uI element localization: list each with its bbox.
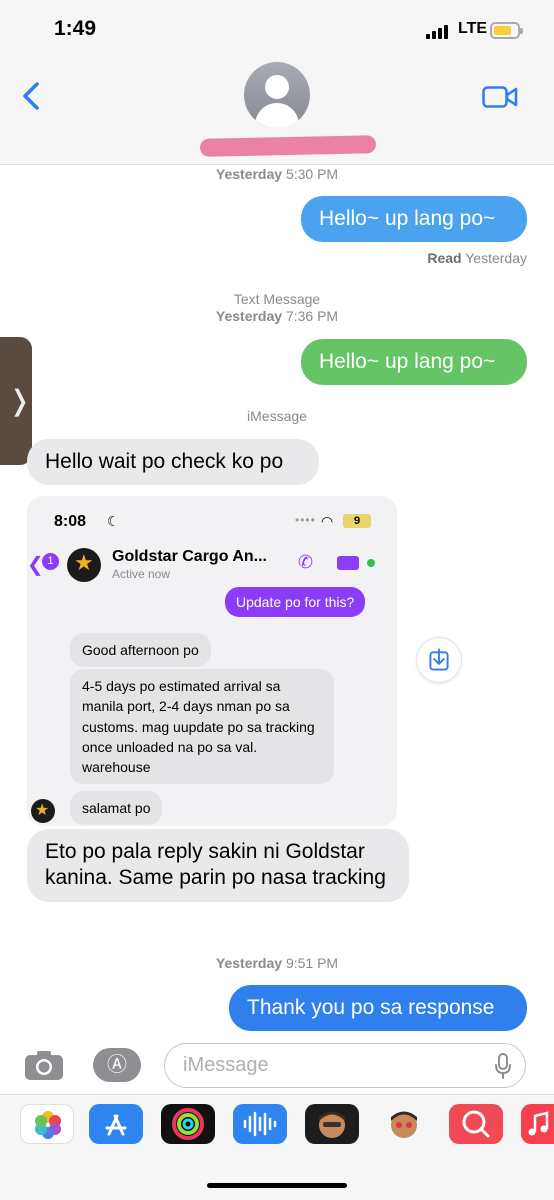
moon-icon: ☾ — [107, 513, 120, 529]
back-chevron-icon[interactable] — [20, 82, 42, 110]
sent-message[interactable]: Hello~ up lang po~ — [301, 196, 527, 243]
download-icon[interactable] — [416, 637, 462, 683]
messenger-back-icon: ❮ — [27, 554, 44, 576]
audio-message-icon[interactable] — [233, 1104, 287, 1144]
memoji-stickers-icon[interactable] — [377, 1104, 431, 1144]
sent-message[interactable]: Thank you po sa response — [229, 985, 527, 1032]
service-label: iMessage — [247, 408, 307, 424]
battery-icon — [490, 22, 523, 39]
wifi-icon: ◠ — [321, 513, 334, 529]
memoji-icon[interactable] — [305, 1104, 359, 1144]
signal-dots-icon: •••• — [295, 513, 316, 527]
messenger-incoming-message: salamat po — [70, 791, 163, 826]
service-label: Text Message — [233, 291, 321, 307]
unread-badge: 1 — [42, 553, 59, 570]
contact-name-redaction[interactable] — [199, 135, 377, 157]
camera-icon[interactable] — [24, 1049, 64, 1081]
phone-icon: ✆ — [298, 552, 314, 572]
goldstar-small-logo — [31, 799, 55, 823]
sent-sms-message[interactable]: Hello~ up lang po~ — [301, 339, 527, 386]
received-message[interactable]: Eto po pala reply sakin ni Goldstar kani… — [27, 829, 409, 902]
messenger-status: Active now — [112, 567, 171, 581]
messenger-incoming-message: Good afternoon po — [70, 633, 211, 668]
app-store-icon: Ⓐ — [107, 1054, 127, 1076]
messenger-contact-name: Goldstar Cargo An... — [112, 548, 267, 565]
timestamp: Yesterday 9:51 PM — [215, 955, 339, 971]
timestamp: Yesterday 7:36 PM — [215, 308, 339, 324]
side-drawer-tab[interactable]: ❭ — [0, 337, 32, 465]
app-store-icon[interactable] — [89, 1104, 143, 1144]
fitness-icon[interactable] — [161, 1104, 215, 1144]
microphone-icon[interactable] — [494, 1053, 512, 1079]
online-dot — [367, 559, 375, 567]
photos-app-icon[interactable] — [20, 1104, 74, 1144]
status-time: 1:49 — [54, 17, 97, 40]
app-store-button[interactable]: Ⓐ — [93, 1048, 141, 1082]
home-indicator[interactable] — [207, 1183, 347, 1188]
messenger-incoming-message: 4-5 days po estimated arrival sa manila … — [70, 669, 334, 785]
received-message[interactable]: Hello wait po check ko po — [27, 439, 319, 486]
screenshot-battery: 9 — [343, 514, 371, 528]
timestamp: Yesterday 5:30 PM — [215, 166, 339, 182]
goldstar-logo — [67, 548, 101, 582]
music-icon[interactable] — [521, 1104, 554, 1144]
contact-avatar[interactable] — [244, 62, 310, 128]
messenger-outgoing-message: Update po for this? — [225, 587, 366, 617]
network-label: LTE — [458, 20, 488, 37]
message-input[interactable]: iMessage — [164, 1043, 526, 1088]
signal-icon — [426, 25, 452, 39]
video-call-icon — [337, 556, 359, 570]
read-receipt: Read Yesterday — [427, 250, 527, 266]
screenshot-time: 8:08 — [54, 513, 87, 530]
facetime-video-icon[interactable] — [482, 86, 518, 108]
web-search-icon[interactable] — [449, 1104, 503, 1144]
attached-screenshot[interactable]: 8:08 ☾ •••• ◠ 9 ❮ 1 Goldstar Cargo An...… — [27, 496, 397, 826]
